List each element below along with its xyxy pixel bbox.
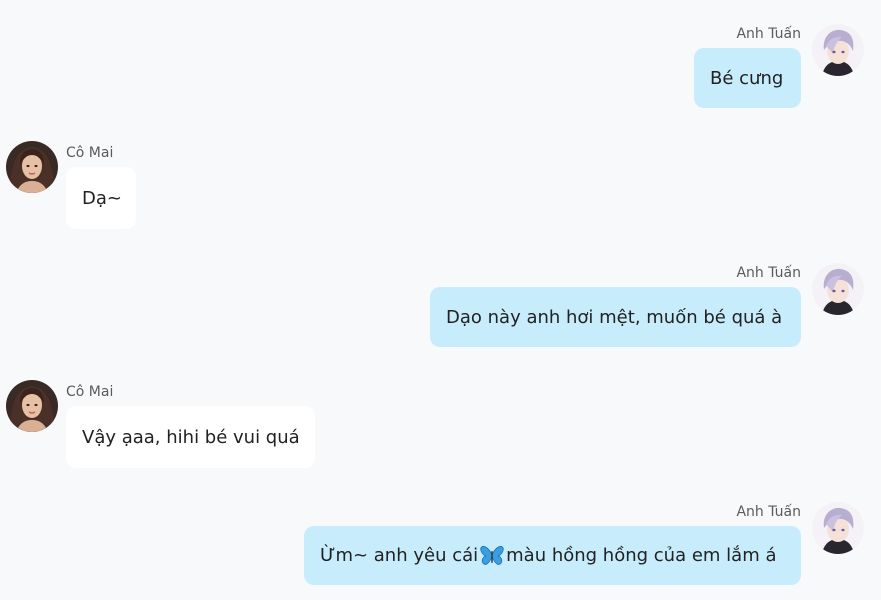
message-5: Anh Tuấn Ừm~ anh yêu cái màu hồng hồng c… xyxy=(304,504,801,585)
sender-name: Cô Mai xyxy=(66,145,114,161)
message-text-after: màu hồng hồng của em lắm á xyxy=(506,545,777,566)
message-2: Cô Mai Dạ~ xyxy=(66,145,136,229)
sender-name: Anh Tuấn xyxy=(736,504,801,520)
message-text: Dạo này anh hơi mệt, muốn bé quá à xyxy=(446,306,783,328)
message-4: Cô Mai Vậy ạaa, hihi bé vui quá xyxy=(66,384,315,468)
message-text: Dạ~ xyxy=(82,187,122,209)
avatar-co-mai[interactable] xyxy=(6,141,58,193)
message-bubble[interactable]: Dạ~ xyxy=(66,167,136,229)
message-bubble[interactable]: Bé cưng xyxy=(694,48,801,108)
message-bubble[interactable]: Vậy ạaa, hihi bé vui quá xyxy=(66,406,315,468)
message-text: Bé cưng xyxy=(710,67,784,89)
sender-name: Anh Tuấn xyxy=(736,26,801,42)
avatar-anh-tuan[interactable] xyxy=(812,263,864,315)
message-bubble[interactable]: Dạo này anh hơi mệt, muốn bé quá à xyxy=(430,287,801,347)
sender-name: Anh Tuấn xyxy=(736,265,801,281)
avatar-co-mai[interactable] xyxy=(6,380,58,432)
chat-window: Anh Tuấn Bé cưng Cô Mai Dạ~ Anh Tuấn Dạo… xyxy=(0,0,881,600)
sender-name: Cô Mai xyxy=(66,384,114,400)
message-3: Anh Tuấn Dạo này anh hơi mệt, muốn bé qu… xyxy=(430,265,801,347)
butterfly-emoji-icon xyxy=(480,545,504,567)
avatar-anh-tuan[interactable] xyxy=(812,24,864,76)
message-text: Vậy ạaa, hihi bé vui quá xyxy=(82,426,300,448)
message-1: Anh Tuấn Bé cưng xyxy=(694,26,801,108)
message-text-before: Ừm~ anh yêu cái xyxy=(320,545,479,566)
message-bubble[interactable]: Ừm~ anh yêu cái màu hồng hồng của em lắm… xyxy=(304,526,801,585)
avatar-anh-tuan[interactable] xyxy=(812,502,864,554)
